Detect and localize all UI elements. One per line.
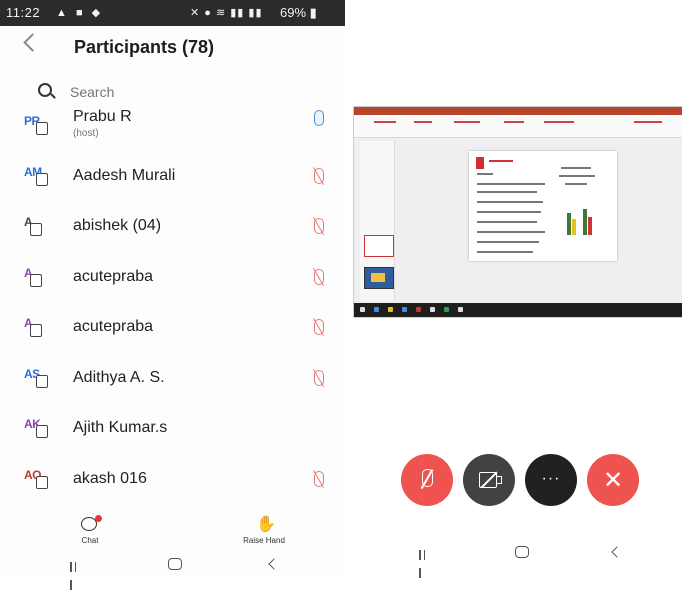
home-icon[interactable] [515,546,529,558]
back-icon[interactable] [611,546,623,558]
status-bar: 11:22 ▲ ■ ◆ ✕ ● ≋ ▮▮ ▮▮ 69% ▮ [0,0,345,26]
participant-row[interactable]: Aacutepraba [0,256,345,306]
slide-thumbnail [364,235,394,257]
chat-label: Chat [81,536,99,545]
avatar: AO [20,466,60,496]
device-icon [36,425,48,438]
close-icon: ✕ [602,467,624,494]
device-icon [36,475,48,489]
participant-name: acutepraba [73,267,154,285]
participant-name: Adithya A. S. [73,368,165,386]
slide-preview [469,151,617,261]
avatar: AM [20,163,60,193]
mute-button[interactable] [401,454,453,506]
more-icon: ··· [541,470,561,487]
slide-thumbnail [364,267,394,289]
mic-muted-icon [314,470,324,487]
participant-name: acutepraba [73,318,154,335]
signal-icons: ✕ ● ≋ ▮▮ ▮▮ [190,7,263,19]
avatar: AK [20,415,60,445]
windows-taskbar [354,303,682,317]
mic-muted-icon [314,369,324,386]
avatar: A [20,314,60,344]
back-icon[interactable] [268,558,280,570]
raise-hand-label: Raise Hand [243,536,285,545]
participants-screen: 11:22 ▲ ■ ◆ ✕ ● ≋ ▮▮ ▮▮ 69% ▮ Participan… [0,0,345,590]
mic-icon [314,110,324,126]
raise-hand-button[interactable]: ✋ Raise Hand [232,514,296,550]
hand-icon: ✋ [256,516,276,533]
mic-off-icon [422,469,433,487]
device-icon [30,324,42,337]
ppt-ribbon [354,115,682,138]
bottom-bar: Chat ✋ Raise Hand [0,510,345,550]
participant-name: Prabu R [73,108,132,125]
participant-row[interactable]: AO akash 016 [0,458,345,508]
notification-icons: ▲ ■ ◆ [56,7,104,19]
video-off-icon [479,472,502,488]
search-input[interactable] [68,80,327,104]
participant-name: akash 016 [73,469,147,487]
device-icon [36,172,48,186]
meeting-screen: ··· ✕ [345,0,682,578]
device-icon [36,122,48,135]
ppt-titlebar [354,107,682,115]
device-icon [30,273,42,287]
android-nav-bar [0,552,345,590]
back-chevron-icon[interactable] [23,33,42,52]
participant-row[interactable]: Aacutepraba [0,306,345,356]
meeting-controls: ··· ✕ [345,448,682,512]
header: Participants (78) [0,30,345,66]
device-icon [30,223,42,236]
participant-row[interactable]: AK Ajith Kumar.s [0,407,345,457]
leave-button[interactable]: ✕ [587,454,639,506]
status-time: 11:22 [6,5,41,20]
page-title: Participants (78) [74,37,215,57]
mic-muted-icon [314,319,324,335]
notification-dot [95,515,102,522]
avatar: AS [20,365,60,395]
participant-name: abishek (04) [73,217,162,234]
avatar: A [20,213,60,243]
mic-muted-icon [314,218,324,234]
avatar: PR [20,112,60,142]
participant-row[interactable]: PR Prabu R (host) [0,104,345,154]
mic-muted-icon [314,268,324,285]
mic-muted-icon [314,167,324,184]
participant-row[interactable]: AM Aadesh Murali [0,155,345,205]
participant-row[interactable]: AS Adithya A. S. [0,357,345,407]
device-icon [36,374,48,388]
recent-apps-icon[interactable] [70,559,82,590]
shared-screen[interactable] [353,106,682,318]
android-nav-bar [345,540,682,578]
video-button[interactable] [463,454,515,506]
recent-apps-icon[interactable] [419,547,431,578]
chat-button[interactable]: Chat [70,514,110,550]
home-icon[interactable] [168,558,182,570]
participant-name: Ajith Kumar.s [73,419,168,436]
avatar: A [20,264,60,294]
search-icon [38,83,52,97]
search-bar[interactable] [24,80,334,104]
participant-row[interactable]: Aabishek (04) [0,205,345,255]
participant-role: (host) [73,128,99,139]
more-button[interactable]: ··· [525,454,577,506]
participant-name: Aadesh Murali [73,166,176,184]
battery-level: 69% ▮ [280,5,317,20]
